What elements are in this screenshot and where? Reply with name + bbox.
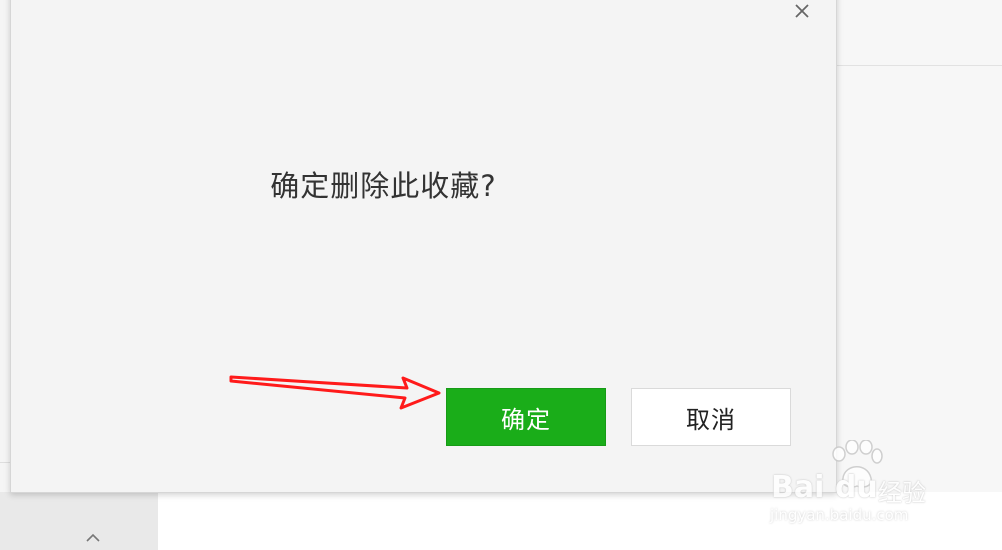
baidu-jingyan-watermark: Bai du 经验 jingyan.baidu.com [765, 440, 975, 530]
cancel-button[interactable]: 取消 [631, 388, 791, 446]
background-sidebar-bottom [0, 492, 158, 550]
chevron-up-icon[interactable] [86, 531, 100, 545]
dialog-message: 确定删除此收藏? [270, 169, 497, 203]
confirm-dialog: 确定删除此收藏? 确定 取消 [10, 0, 837, 493]
annotation-arrow-icon [229, 375, 441, 410]
watermark-subtitle: 经验 [878, 479, 926, 507]
background-divider [836, 65, 1002, 66]
background-divider-left [0, 462, 10, 463]
close-icon[interactable] [792, 1, 812, 21]
watermark-url: jingyan.baidu.com [770, 506, 909, 524]
watermark-brand: Bai du [771, 470, 878, 505]
confirm-button[interactable]: 确定 [446, 388, 606, 446]
